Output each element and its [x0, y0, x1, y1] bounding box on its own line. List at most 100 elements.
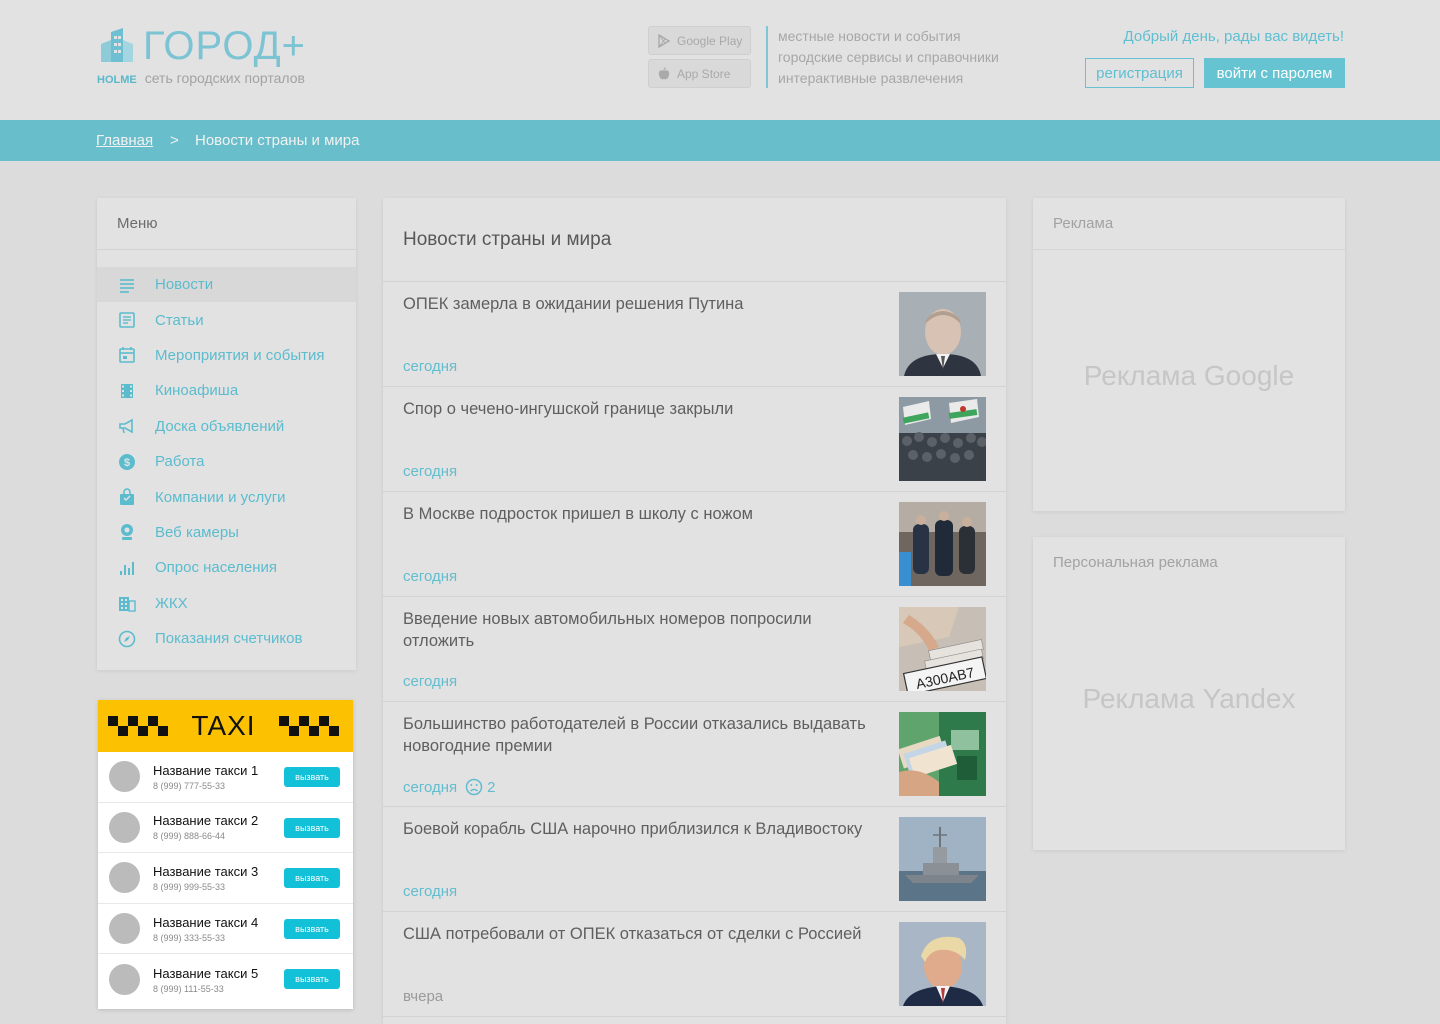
sidebar-item-label: Киноафиша [155, 382, 239, 400]
google-play-label: Google Play [677, 33, 743, 48]
login-button[interactable]: войти с паролем [1204, 58, 1345, 88]
news-section-title: Новости страны и мира [383, 198, 1006, 282]
news-item[interactable]: В Москве подросток пришел в школу с ножо… [383, 492, 1006, 597]
sidebar-item-label: Показания счетчиков [155, 630, 303, 648]
breadcrumb: Главная > Новости страны и мира [0, 120, 1440, 161]
sidebar-item-companies[interactable]: Компании и услуги [97, 479, 356, 514]
sidebar-item-ads-board[interactable]: Доска объявлений [97, 409, 356, 444]
ad-block-title: Персональная реклама [1053, 554, 1218, 571]
tagline-1: местные новости и события [778, 28, 961, 44]
sidebar-menu: Меню Новости Статьи Мероприятия и событи… [97, 198, 356, 670]
tagline-2: городские сервисы и справочники [778, 49, 999, 65]
google-play-icon [658, 33, 671, 48]
taxi-row: Название такси 1 8 (999) 777-55-33 вызва… [98, 752, 353, 803]
sidebar-item-label: ЖКХ [155, 594, 188, 612]
taxi-title: TAXI [191, 710, 256, 741]
sidebar-item-cinema[interactable]: Киноафиша [97, 373, 356, 408]
taxi-row: Название такси 2 8 (999) 888-66-44 вызва… [98, 803, 353, 854]
svg-text:$: $ [124, 457, 130, 469]
news-feed: Новости страны и мира ОПЕК замерла в ожи… [383, 198, 1006, 1024]
call-taxi-button[interactable]: вызвать [284, 817, 340, 838]
sidebar-item-label: Компании и услуги [155, 488, 286, 506]
news-item[interactable]: Большинство работодателей в России отказ… [383, 702, 1006, 807]
sidebar-item-poll[interactable]: Опрос населения [97, 550, 356, 585]
news-item[interactable]: Введение новых автомобильных номеров поп… [383, 597, 1006, 702]
sidebar-item-news[interactable]: Новости [97, 267, 356, 303]
checker-pattern-left [108, 716, 168, 736]
sidebar-item-meters[interactable]: Показания счетчиков [97, 621, 356, 656]
breadcrumb-home-link[interactable]: Главная [96, 132, 153, 149]
news-thumbnail[interactable] [899, 502, 986, 586]
tagline-3: интерактивные развлечения [778, 70, 964, 86]
news-item[interactable]: Боевой корабль США нарочно приблизился к… [383, 807, 1006, 912]
buildings-logo-icon [101, 28, 133, 62]
news-headline[interactable]: Большинство работодателей в России отказ… [403, 713, 873, 757]
logo-subtitle: сеть городских порталов [144, 70, 305, 86]
sidebar-item-events[interactable]: Мероприятия и события [97, 338, 356, 373]
news-headline[interactable]: Введение новых автомобильных номеров поп… [403, 608, 873, 652]
call-taxi-button[interactable]: вызвать [284, 767, 340, 787]
call-taxi-button[interactable]: вызвать [284, 918, 340, 939]
news-thumbnail[interactable]: А300АВ7 [899, 607, 986, 691]
film-icon [121, 383, 133, 398]
sidebar-item-label: Работа [155, 453, 205, 471]
ad-placeholder-yandex[interactable]: Реклама Yandex [1033, 683, 1345, 715]
sidebar-item-label: Доска объявлений [155, 417, 285, 435]
news-headline[interactable]: Спор о чечено-ингушской границе закрыли [403, 398, 873, 420]
taxi-widget: TAXI Название такси 1 8 (999) 777-55-33 … [98, 700, 353, 1009]
ad-placeholder-google[interactable]: Реклама Google [1033, 360, 1345, 392]
taxi-row: Название такси 3 8 (999) 999-55-33 вызва… [98, 853, 353, 904]
news-date: сегодня [403, 883, 458, 900]
news-headline[interactable]: В Москве подросток пришел в школу с ножо… [403, 503, 873, 525]
call-taxi-button[interactable]: вызвать [284, 868, 340, 889]
sidebar-item-jobs[interactable]: $ Работа [97, 444, 356, 479]
logo-text: ГОРОД+ [143, 24, 307, 68]
news-thumbnail[interactable] [899, 397, 986, 481]
call-taxi-button[interactable]: вызвать [284, 969, 340, 990]
gauge-icon [118, 630, 136, 647]
taxi-avatar [109, 862, 140, 894]
taxi-avatar [109, 913, 140, 945]
header-divider [766, 26, 768, 88]
apple-icon [658, 67, 670, 79]
news-thumbnail[interactable] [899, 922, 986, 1006]
dollar-icon: $ [119, 453, 135, 470]
menu-title: Меню [97, 198, 356, 250]
news-thumbnail[interactable] [899, 817, 986, 901]
taxi-avatar [109, 761, 140, 793]
comment-count-value: 2 [487, 778, 496, 796]
sidebar-item-webcams[interactable]: Веб камеры [97, 515, 356, 550]
news-thumbnail[interactable] [899, 292, 986, 376]
register-button[interactable]: регистрация [1085, 58, 1194, 88]
news-date: сегодня [403, 568, 458, 585]
checker-pattern-right [279, 716, 339, 736]
site-logo[interactable]: ГОРОД+ HOLME сеть городских порталов [97, 26, 306, 86]
news-headline[interactable]: США потребовали от ОПЕК отказаться от сд… [403, 923, 873, 945]
news-headline[interactable]: Боевой корабль США нарочно приблизился к… [403, 818, 873, 840]
logo-brand: HOLME [97, 74, 137, 86]
calendar-icon [119, 347, 135, 364]
news-date: вчера [403, 988, 444, 1005]
app-store-button[interactable]: App Store [648, 59, 751, 88]
news-item[interactable]: США потребовали от ОПЕК отказаться от сд… [383, 912, 1006, 1017]
sidebar-item-label: Статьи [155, 311, 204, 329]
news-item[interactable]: Спор о чечено-ингушской границе закрыли … [383, 387, 1006, 492]
sidebar-item-articles[interactable]: Статьи [97, 302, 356, 337]
news-date: сегодня [403, 673, 458, 690]
sad-face-icon [465, 778, 483, 796]
sidebar-item-label: Новости [155, 276, 214, 294]
sidebar-item-housing[interactable]: ЖКХ [97, 586, 356, 621]
site-header: ГОРОД+ HOLME сеть городских порталов Goo… [0, 0, 1440, 120]
breadcrumb-separator: > [170, 132, 179, 149]
taxi-row: Название такси 4 8 (999) 333-55-33 вызва… [98, 904, 353, 955]
comment-count[interactable]: 2 [465, 778, 496, 796]
google-play-button[interactable]: Google Play [648, 26, 751, 55]
news-item[interactable]: ОПЕК замерла в ожидании решения Путина с… [383, 282, 1006, 387]
ad-block-personal: Персональная реклама Реклама Yandex [1033, 537, 1345, 850]
building-icon [119, 597, 136, 612]
sidebar-item-label: Опрос населения [155, 559, 277, 577]
news-headline[interactable]: ОПЕК замерла в ожидании решения Путина [403, 293, 873, 315]
megaphone-icon [119, 418, 133, 434]
webcam-icon [121, 524, 133, 541]
news-thumbnail[interactable] [899, 712, 986, 796]
